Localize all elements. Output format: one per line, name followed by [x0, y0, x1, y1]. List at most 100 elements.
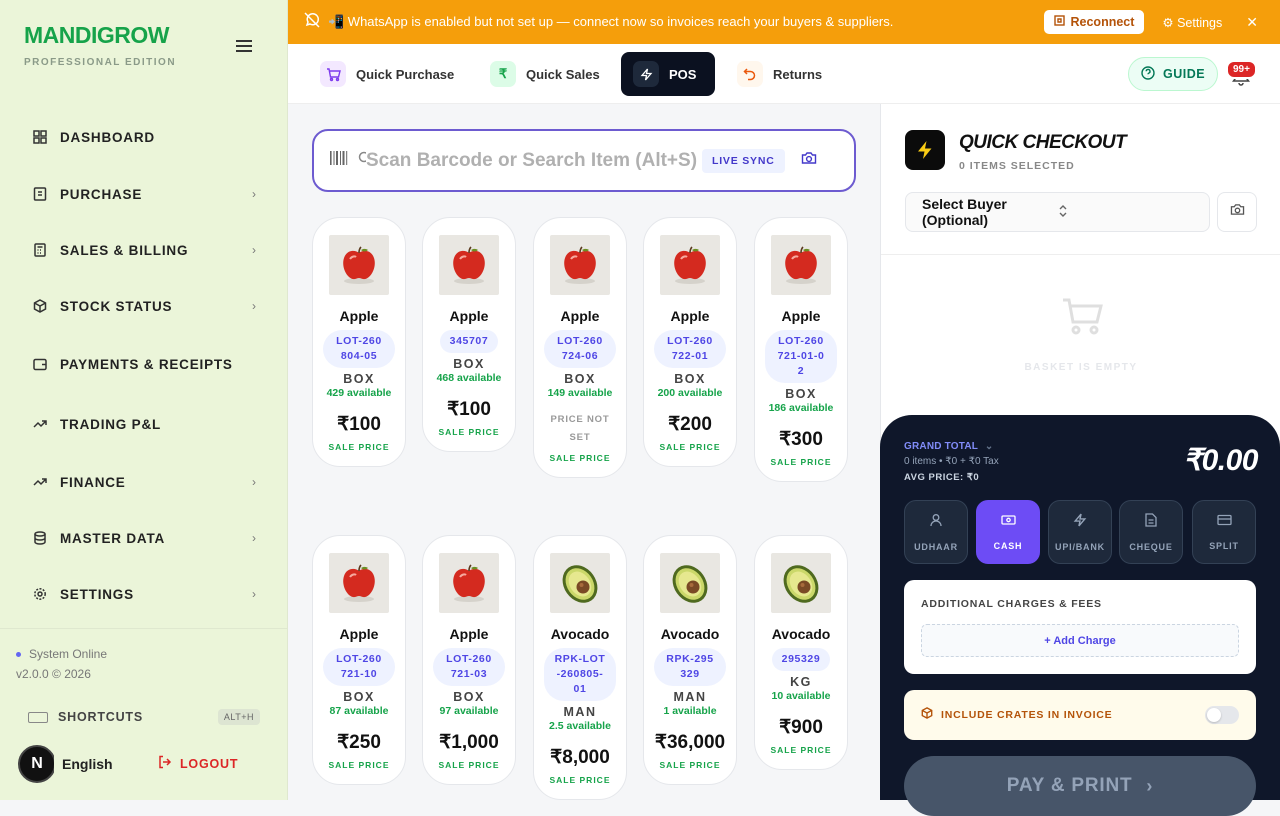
- logout-button[interactable]: LOGOUT: [158, 755, 238, 772]
- tab-pos[interactable]: POS: [621, 52, 715, 96]
- items-selected-count: 0 ITEMS SELECTED: [959, 160, 1075, 172]
- price-label: SALE PRICE: [328, 442, 390, 452]
- cart-icon: [320, 61, 346, 87]
- payment-method-udhaar[interactable]: UDHAAR: [904, 500, 968, 564]
- shortcuts-button[interactable]: SHORTCUTS ALT+H: [28, 709, 260, 725]
- chevron-down-icon: ⌄: [984, 441, 994, 452]
- lot-badge: RPK-LOT-260805-01: [544, 648, 616, 701]
- menu-toggle-icon[interactable]: [236, 40, 252, 52]
- product-price: ₹1,000: [439, 732, 499, 753]
- product-price: ₹100: [337, 414, 381, 435]
- tab-label: Quick Purchase: [356, 66, 455, 82]
- crates-toggle[interactable]: [1205, 706, 1239, 724]
- chevron-updown-icon: [1058, 204, 1194, 221]
- payment-panel: GRAND TOTAL ⌄ 0 items • ₹0 + ₹0 Tax AVG …: [880, 415, 1280, 816]
- language-switcher[interactable]: N English: [18, 745, 121, 783]
- product-card[interactable]: Avocado 295329 KG 10 available ₹900 SALE PRIC…: [754, 535, 848, 770]
- empty-basket-text: BASKET IS EMPTY: [1024, 362, 1138, 373]
- stock-available: 186 available: [768, 402, 834, 414]
- wallet-icon: [32, 356, 48, 372]
- shortcut-key-badge: ALT+H: [217, 709, 260, 725]
- grand-total-toggle[interactable]: GRAND TOTAL ⌄: [904, 441, 993, 452]
- product-card[interactable]: Apple 345707 BOX 468 available ₹100 SALE PRIC…: [422, 217, 516, 452]
- lot-badge: LOT-260721-03: [433, 648, 505, 686]
- product-name: Avocado: [771, 626, 831, 642]
- product-unit: BOX: [564, 372, 596, 386]
- close-icon[interactable]: ✕: [1246, 14, 1258, 31]
- product-image: [329, 235, 389, 295]
- product-name: Apple: [339, 308, 379, 324]
- payment-method-cheque[interactable]: CHEQUE: [1119, 500, 1183, 564]
- sidebar-item-finance[interactable]: FINANCE ›: [32, 468, 256, 496]
- lot-badge: LOT-260722-01: [654, 330, 726, 368]
- product-card[interactable]: Apple LOT-260721-01-02 BOX 186 available ₹30…: [754, 217, 848, 482]
- sidebar-item-settings[interactable]: SETTINGS ›: [32, 580, 256, 608]
- trend-icon: [32, 474, 48, 490]
- guide-button[interactable]: GUIDE: [1128, 57, 1219, 91]
- sidebar-item-purchase[interactable]: PURCHASE ›: [32, 180, 256, 208]
- tab-quick-sales[interactable]: ₹ Quick Sales: [478, 52, 612, 96]
- product-price: ₹36,000: [654, 732, 726, 753]
- search-input[interactable]: [366, 149, 702, 172]
- price-label: SALE PRICE: [438, 427, 500, 437]
- sidebar-footer: System Online v2.0.0 © 2026 SHORTCUTS AL…: [0, 628, 288, 800]
- payment-method-upi-bank[interactable]: UPI/BANK: [1048, 500, 1112, 564]
- sidebar-item-dashboard[interactable]: DASHBOARD: [32, 123, 256, 151]
- sidebar-item-payments[interactable]: PAYMENTS & RECEIPTS: [32, 350, 256, 378]
- camera-icon[interactable]: [801, 151, 817, 170]
- chevron-right-icon: ›: [1146, 775, 1154, 796]
- product-card[interactable]: Apple LOT-260721-03 BOX 97 available ₹1,000 S…: [422, 535, 516, 785]
- reconnect-button[interactable]: Reconnect: [1043, 10, 1145, 34]
- pay-print-button[interactable]: PAY & PRINT ›: [904, 756, 1256, 816]
- tab-label: Quick Sales: [526, 66, 600, 82]
- product-card[interactable]: Apple LOT-260721-10 BOX 87 available ₹250 SAL…: [312, 535, 406, 785]
- product-card[interactable]: Apple LOT-260722-01 BOX 200 available ₹200 SA…: [643, 217, 737, 467]
- search-bar[interactable]: LIVE SYNC: [312, 129, 856, 192]
- chevron-right-icon: ›: [252, 187, 256, 201]
- stock-available: 10 available: [771, 690, 831, 702]
- product-card[interactable]: Avocado RPK-LOT-260805-01 MAN 2.5 available…: [533, 535, 627, 800]
- divider: [881, 254, 1280, 255]
- tab-label: POS: [669, 66, 697, 82]
- sidebar-item-sales-billing[interactable]: SALES & BILLING ›: [32, 236, 256, 264]
- buyer-scan-camera-button[interactable]: [1217, 192, 1257, 232]
- product-name: Avocado: [660, 626, 720, 642]
- whatsapp-banner: 📲 WhatsApp is enabled but not set up — c…: [288, 0, 1280, 44]
- notification-badge: 99+: [1226, 60, 1257, 79]
- banner-settings-link[interactable]: ⚙ Settings: [1162, 15, 1222, 30]
- product-name: Apple: [781, 308, 821, 324]
- stock-available: 429 available: [326, 387, 392, 399]
- user-icon: [929, 513, 943, 532]
- live-sync-badge: LIVE SYNC: [702, 148, 785, 173]
- payment-method-split[interactable]: SPLIT: [1192, 500, 1256, 564]
- payment-method-label: UPI/BANK: [1055, 541, 1105, 552]
- top-bar: Quick Purchase ₹ Quick Sales POS Returns…: [288, 44, 1280, 104]
- avatar: N: [18, 745, 56, 783]
- brand-name: MANDIGROW: [24, 22, 169, 48]
- tab-returns[interactable]: Returns: [725, 52, 834, 96]
- sidebar-item-master-data[interactable]: MASTER DATA ›: [32, 524, 256, 552]
- cash-icon: [1000, 513, 1016, 531]
- sidebar-item-stock-status[interactable]: STOCK STATUS ›: [32, 292, 256, 320]
- product-unit: BOX: [674, 372, 706, 386]
- lot-badge: 345707: [439, 330, 499, 353]
- product-name: Apple: [560, 308, 600, 324]
- price-label: SALE PRICE: [549, 775, 611, 785]
- product-card[interactable]: Apple LOT-260804-05 BOX 429 available ₹100 SA…: [312, 217, 406, 467]
- sidebar-item-label: FINANCE: [60, 474, 126, 490]
- product-unit: BOX: [453, 357, 485, 371]
- buyer-select[interactable]: Select Buyer (Optional): [905, 192, 1210, 232]
- price-label: SALE PRICE: [438, 760, 500, 770]
- stock-available: 1 available: [663, 705, 717, 717]
- tab-quick-purchase[interactable]: Quick Purchase: [308, 52, 466, 96]
- product-price: ₹200: [668, 414, 712, 435]
- add-charge-button[interactable]: + Add Charge: [921, 624, 1239, 657]
- version-text: v2.0.0 © 2026: [16, 667, 91, 681]
- payment-method-cash[interactable]: CASH: [976, 500, 1040, 564]
- buyer-select-value: Select Buyer (Optional): [922, 196, 1007, 228]
- payment-method-label: CHEQUE: [1129, 541, 1173, 552]
- product-card[interactable]: Apple LOT-260724-06 BOX 149 available PRICE …: [533, 217, 627, 478]
- product-card[interactable]: Avocado RPK-295329 MAN 1 available ₹36,000 SA…: [643, 535, 737, 785]
- sidebar-item-trading-pl[interactable]: TRADING P&L: [32, 410, 256, 438]
- product-image: [550, 553, 610, 613]
